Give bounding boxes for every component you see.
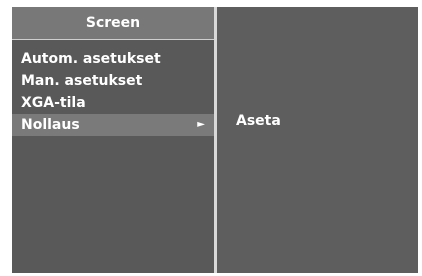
submenu-panel: Aseta [217, 7, 418, 273]
menu-item-man-asetukset[interactable]: Man. asetukset [12, 70, 214, 92]
menu-item-label: Man. asetukset [21, 73, 143, 89]
menu-item-label: Autom. asetukset [21, 51, 161, 67]
right-triangle-icon: ► [197, 119, 205, 130]
menu-item-xga-tila[interactable]: XGA-tila [12, 92, 214, 114]
main-menu-panel: Screen Autom. asetukset Man. asetukset X… [12, 7, 214, 273]
osd-menu-window: Screen Autom. asetukset Man. asetukset X… [12, 7, 418, 273]
submenu-item-aseta[interactable]: Aseta [236, 113, 281, 129]
menu-item-nollaus[interactable]: Nollaus ► [12, 114, 214, 136]
menu-item-label: XGA-tila [21, 95, 86, 111]
menu-item-autom-asetukset[interactable]: Autom. asetukset [12, 48, 214, 70]
menu-title: Screen [12, 7, 214, 40]
menu-list: Autom. asetukset Man. asetukset XGA-tila… [12, 48, 214, 136]
menu-item-label: Nollaus [21, 117, 80, 133]
